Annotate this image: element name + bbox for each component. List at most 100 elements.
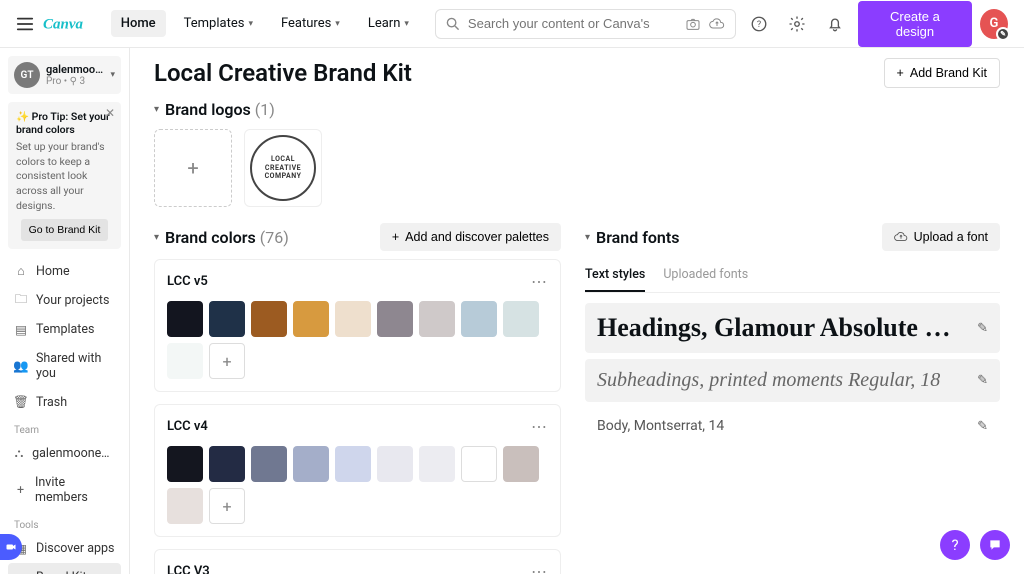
font-subheading-row[interactable]: Subheadings, printed moments Regular, 18…	[585, 359, 1000, 402]
sidebar: GT galenmooney's … Pro • ⚲ 3 ▾ ✕ ✨ Pro T…	[0, 48, 130, 574]
section-title: Brand colors (76)	[165, 228, 289, 247]
sidebar-item-discover[interactable]: ▦Discover apps	[8, 534, 121, 563]
color-swatch[interactable]	[167, 343, 203, 379]
color-swatch[interactable]	[167, 301, 203, 337]
edit-icon[interactable]: ✎	[977, 373, 988, 388]
sidebar-label: Home	[36, 264, 70, 279]
nav-home[interactable]: Home	[111, 10, 166, 37]
button-label: Add Brand Kit	[910, 66, 987, 80]
color-swatch[interactable]	[293, 301, 329, 337]
pro-tip-card: ✕ ✨ Pro Tip: Set your brand colors Set u…	[8, 102, 121, 249]
user-avatar[interactable]: G✎	[980, 9, 1008, 39]
add-color-button[interactable]: +	[209, 488, 245, 524]
palette-name: LCC v5	[167, 274, 208, 289]
palette-card: LCC V3 ⋯	[154, 549, 561, 574]
bell-icon[interactable]	[820, 8, 850, 40]
more-icon[interactable]: ⋯	[531, 272, 548, 291]
nav-templates-label: Templates	[184, 16, 245, 31]
sidebar-item-team[interactable]: ⛬ galenmooney's team	[8, 439, 121, 468]
edit-icon[interactable]: ✎	[977, 419, 988, 434]
color-swatch[interactable]	[209, 446, 245, 482]
sidebar-item-home[interactable]: ⌂ Home	[8, 257, 121, 286]
tab-text-styles[interactable]: Text styles	[585, 259, 645, 292]
color-swatch[interactable]	[377, 301, 413, 337]
nav-features[interactable]: Features▾	[271, 10, 350, 37]
sidebar-label: Brand Kit	[36, 570, 87, 574]
color-swatch[interactable]	[335, 301, 371, 337]
create-design-button[interactable]: Create a design	[858, 1, 972, 47]
brand-logo[interactable]: LOCAL CREATIVE COMPANY	[244, 129, 322, 207]
sidebar-label: Shared with you	[36, 351, 115, 381]
color-swatch[interactable]	[461, 446, 497, 482]
color-swatch[interactable]	[167, 446, 203, 482]
sidebar-item-brandkit[interactable]: ◫Brand Kit›	[8, 563, 121, 574]
avatar-badge: ✎	[996, 27, 1010, 41]
team-icon: ⛬	[14, 447, 24, 461]
nav-features-label: Features	[281, 16, 331, 31]
team-avatar: GT	[14, 62, 40, 88]
cloud-upload-icon[interactable]	[709, 16, 725, 32]
nav-learn[interactable]: Learn▾	[358, 10, 419, 37]
more-icon[interactable]: ⋯	[531, 562, 548, 574]
sidebar-label: Trash	[36, 395, 67, 410]
color-swatch[interactable]	[335, 446, 371, 482]
team-name: galenmooney's …	[46, 63, 104, 76]
color-swatch[interactable]	[251, 301, 287, 337]
color-swatch[interactable]	[419, 301, 455, 337]
collapse-icon[interactable]: ▾	[585, 232, 590, 243]
page-title: Local Creative Brand Kit	[154, 59, 412, 87]
sidebar-label: Templates	[36, 322, 94, 337]
color-swatch[interactable]	[377, 446, 413, 482]
edit-icon[interactable]: ✎	[977, 321, 988, 336]
sidebar-item-trash[interactable]: 🗑 Trash	[8, 388, 121, 417]
color-swatch[interactable]	[251, 446, 287, 482]
shared-icon: 👥	[14, 359, 28, 373]
sidebar-item-projects[interactable]: 🗀Your projects	[8, 286, 121, 315]
font-body-row[interactable]: Body, Montserrat, 14 ✎	[585, 408, 1000, 444]
color-swatch[interactable]	[503, 301, 539, 337]
section-title: Brand logos (1)	[165, 100, 275, 119]
sidebar-label: galenmooney's team	[32, 446, 115, 461]
color-swatch[interactable]	[209, 301, 245, 337]
search-input-wrap[interactable]	[435, 9, 736, 39]
color-swatch[interactable]	[461, 301, 497, 337]
color-swatch[interactable]	[167, 488, 203, 524]
palette-name: LCC V3	[167, 564, 210, 574]
help-float-button[interactable]: ?	[940, 530, 970, 560]
camera-icon[interactable]	[685, 16, 701, 32]
trash-icon: 🗑	[14, 396, 28, 410]
canva-logo[interactable]: Canva	[43, 14, 103, 34]
add-brand-kit-button[interactable]: +Add Brand Kit	[884, 58, 1000, 88]
collapse-icon[interactable]: ▾	[154, 104, 159, 115]
sidebar-item-templates[interactable]: ▤Templates	[8, 315, 121, 344]
font-heading-row[interactable]: Headings, Glamour Absolute regula… ✎	[585, 303, 1000, 353]
more-icon[interactable]: ⋯	[531, 417, 548, 436]
menu-icon[interactable]	[16, 15, 35, 33]
close-icon[interactable]: ✕	[105, 106, 115, 120]
chevron-down-icon: ▾	[404, 19, 409, 29]
tab-uploaded-fonts[interactable]: Uploaded fonts	[663, 259, 748, 292]
color-swatch[interactable]	[293, 446, 329, 482]
team-selector[interactable]: GT galenmooney's … Pro • ⚲ 3 ▾	[8, 56, 121, 94]
brand-logos-header: ▾ Brand logos (1)	[154, 100, 1000, 119]
nav-templates[interactable]: Templates▾	[174, 10, 263, 37]
collapse-icon[interactable]: ▾	[154, 232, 159, 243]
nav-learn-label: Learn	[368, 16, 401, 31]
sidebar-item-invite[interactable]: +Invite members	[8, 468, 121, 512]
add-color-button[interactable]: +	[209, 343, 245, 379]
chat-float-button[interactable]	[980, 530, 1010, 560]
sidebar-label: Your projects	[36, 293, 109, 308]
discover-palettes-button[interactable]: +Add and discover palettes	[380, 223, 561, 251]
chevron-down-icon: ▾	[110, 70, 115, 80]
upload-font-button[interactable]: Upload a font	[882, 223, 1000, 251]
search-input[interactable]	[468, 16, 677, 31]
add-logo-button[interactable]: +	[154, 129, 232, 207]
font-body-label: Body, Montserrat, 14	[597, 418, 724, 434]
sidebar-item-shared[interactable]: 👥 Shared with you	[8, 344, 121, 388]
color-swatch[interactable]	[503, 446, 539, 482]
help-icon[interactable]: ?	[744, 8, 774, 40]
color-swatch[interactable]	[419, 446, 455, 482]
gear-icon[interactable]	[782, 8, 812, 40]
go-to-brand-kit-button[interactable]: Go to Brand Kit	[21, 219, 109, 241]
home-icon: ⌂	[14, 265, 28, 279]
